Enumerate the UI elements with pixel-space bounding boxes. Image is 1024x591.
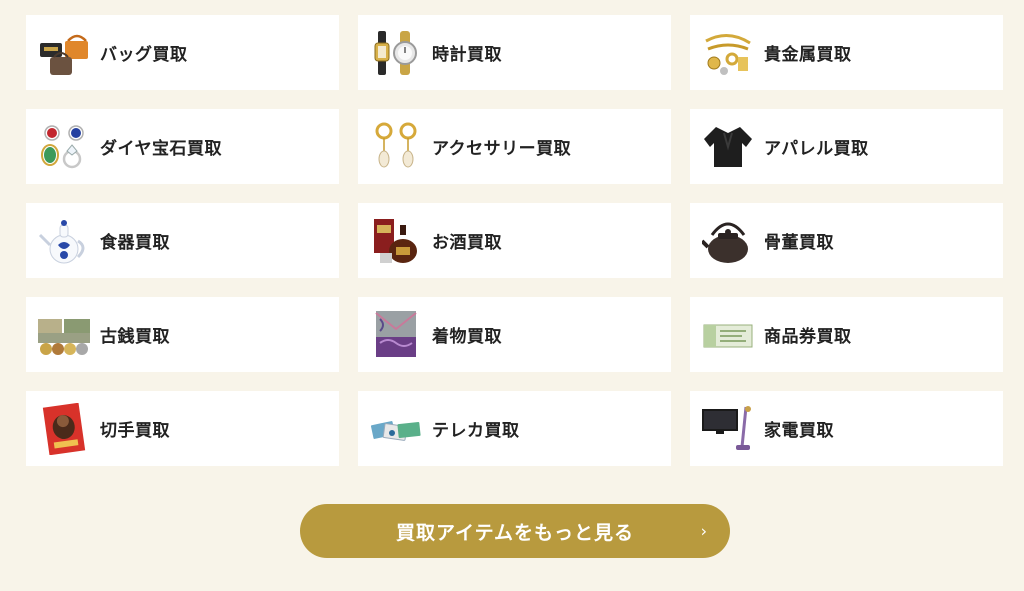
see-more-items-button[interactable]: 買取アイテムをもっと見る › <box>300 504 730 558</box>
old-coins-icon <box>38 309 90 361</box>
earrings-icon <box>370 121 422 173</box>
category-label: お酒買取 <box>432 233 502 253</box>
see-more-label: 買取アイテムをもっと見る <box>395 521 635 544</box>
handbag-icon <box>38 27 90 79</box>
category-label: 時計買取 <box>432 45 502 65</box>
category-label: アパレル買取 <box>764 139 869 159</box>
category-label: 家電買取 <box>764 421 834 441</box>
gift-voucher-icon <box>702 309 754 361</box>
liquor-bottle-icon <box>370 215 422 267</box>
gold-jewelry-icon <box>702 27 754 79</box>
category-card-bag[interactable]: バッグ買取 <box>26 15 339 90</box>
category-card-appliance[interactable]: 家電買取 <box>690 391 1003 466</box>
stamp-icon <box>38 402 90 455</box>
category-label: 商品券買取 <box>764 327 852 347</box>
category-card-tableware[interactable]: 食器買取 <box>26 203 339 278</box>
category-label: 古銭買取 <box>100 327 170 347</box>
kimono-icon <box>370 309 422 361</box>
category-label: ダイヤ宝石買取 <box>100 139 222 159</box>
category-label: テレカ買取 <box>432 421 520 441</box>
chevron-right-icon: › <box>700 521 708 541</box>
iron-kettle-icon <box>702 215 754 267</box>
category-card-voucher[interactable]: 商品券買取 <box>690 297 1003 372</box>
category-label: 貴金属買取 <box>764 45 852 65</box>
tv-appliance-icon <box>702 403 754 455</box>
teapot-icon <box>38 215 90 267</box>
category-card-antique[interactable]: 骨董買取 <box>690 203 1003 278</box>
category-label: 骨董買取 <box>764 233 834 253</box>
category-card-phone-card[interactable]: テレカ買取 <box>358 391 671 466</box>
gem-ring-icon <box>38 121 90 173</box>
category-grid: バッグ買取 時計買取 貴金属買取 ダイヤ宝石買取 アクセサリー買取 アパレル買取… <box>26 15 1003 466</box>
category-card-kimono[interactable]: 着物買取 <box>358 297 671 372</box>
category-card-precious-metal[interactable]: 貴金属買取 <box>690 15 1003 90</box>
category-card-liquor[interactable]: お酒買取 <box>358 203 671 278</box>
category-card-old-coins[interactable]: 古銭買取 <box>26 297 339 372</box>
category-label: 切手買取 <box>100 421 170 441</box>
category-label: アクセサリー買取 <box>432 139 572 159</box>
category-label: 着物買取 <box>432 327 502 347</box>
category-label: 食器買取 <box>100 233 170 253</box>
category-card-gem[interactable]: ダイヤ宝石買取 <box>26 109 339 184</box>
category-card-apparel[interactable]: アパレル買取 <box>690 109 1003 184</box>
category-card-watch[interactable]: 時計買取 <box>358 15 671 90</box>
category-card-accessory[interactable]: アクセサリー買取 <box>358 109 671 184</box>
category-label: バッグ買取 <box>100 45 188 65</box>
wristwatch-icon <box>370 27 422 79</box>
jacket-icon <box>702 121 754 173</box>
category-card-stamp[interactable]: 切手買取 <box>26 391 339 466</box>
phone-card-icon <box>370 403 422 455</box>
